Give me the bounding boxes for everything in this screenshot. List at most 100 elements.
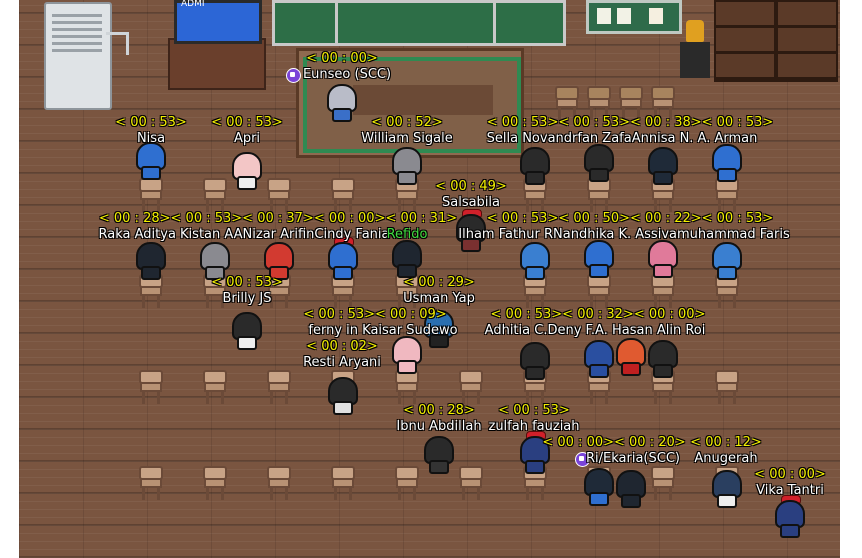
player-name[interactable]: Adhitia C.Deny F.A. Hasan Alin Roi	[485, 323, 706, 338]
timer: < 00 : 00>< 00 : 20>	[542, 435, 686, 450]
avatar[interactable]	[232, 312, 262, 350]
avatar[interactable]	[328, 377, 358, 415]
timer: < 00 : 00>	[306, 51, 378, 66]
trophy-pedestal	[680, 42, 710, 78]
avatar[interactable]	[584, 340, 614, 378]
chair[interactable]	[459, 370, 483, 404]
avatar[interactable]	[424, 436, 454, 474]
trophy-icon	[686, 20, 704, 42]
player-name[interactable]: Ilham Fathur RNandhika K. Assivamuhammad…	[458, 227, 789, 242]
scc-badge-icon	[286, 68, 301, 83]
timer: < 00 : 53>< 00 : 53>< 00 : 38>< 00 : 53>	[486, 115, 774, 130]
game-viewport[interactable]: ADMI < 00 : 00> < 00 : 53> < 00 : 53> < …	[0, 0, 862, 558]
player-name[interactable]: Salsabila	[442, 195, 500, 210]
chair[interactable]	[203, 370, 227, 404]
avatar[interactable]	[520, 147, 550, 185]
player-name[interactable]: Brilly JS	[222, 291, 271, 306]
avatar[interactable]	[392, 240, 422, 278]
chair[interactable]	[651, 466, 675, 500]
left-margin	[0, 0, 19, 558]
chair[interactable]	[267, 178, 291, 212]
avatar[interactable]	[712, 470, 742, 508]
timer: < 00 : 53>	[211, 275, 283, 290]
timer: < 00 : 53>< 00 : 09>	[303, 307, 447, 322]
player-name[interactable]: Raka Aditya Kistan AANizar ArifinCindy F…	[99, 227, 390, 242]
chalkboard[interactable]	[272, 0, 566, 46]
avatar[interactable]	[584, 240, 614, 278]
avatar[interactable]	[616, 338, 646, 376]
timer: < 00 : 53>< 00 : 50>< 00 : 22>< 00 : 53>	[486, 211, 774, 226]
chair[interactable]	[587, 274, 611, 308]
chair[interactable]	[587, 178, 611, 212]
right-margin	[840, 0, 862, 558]
avatar[interactable]	[200, 242, 230, 280]
chair[interactable]	[715, 370, 739, 404]
tv-icon[interactable]: ADMI	[174, 0, 262, 44]
chair[interactable]	[203, 178, 227, 212]
chair[interactable]	[267, 466, 291, 500]
notice-board[interactable]	[586, 0, 682, 34]
avatar[interactable]	[520, 242, 550, 280]
chair[interactable]	[139, 370, 163, 404]
timer: < 00 : 12>	[690, 435, 762, 450]
tv-table	[168, 38, 266, 90]
avatar[interactable]	[712, 242, 742, 280]
player-name[interactable]: Anugerah	[694, 451, 757, 466]
avatar[interactable]	[136, 142, 166, 180]
avatar[interactable]	[648, 240, 678, 278]
timer: < 00 : 28>	[403, 403, 475, 418]
timer: < 00 : 02>	[306, 339, 378, 354]
avatar[interactable]	[712, 144, 742, 182]
player-name[interactable]: Vika Tantri	[756, 483, 824, 498]
player-name[interactable]: Ibnu Abdillah	[396, 419, 481, 434]
avatar[interactable]	[264, 242, 294, 280]
avatar[interactable]	[136, 242, 166, 280]
player-name[interactable]: Apri	[234, 131, 260, 146]
player-name[interactable]: Ri/Ekaria(SCC)	[586, 451, 680, 466]
chair[interactable]	[395, 466, 419, 500]
player-name[interactable]: Resti Aryani	[303, 355, 381, 370]
timer: < 00 : 53>	[115, 115, 187, 130]
player-name[interactable]: Nisa	[137, 131, 165, 146]
bookshelf-left	[714, 0, 776, 82]
avatar[interactable]	[328, 237, 358, 280]
chair[interactable]	[331, 178, 355, 212]
avatar[interactable]	[232, 152, 262, 190]
avatar[interactable]	[775, 495, 805, 538]
chair[interactable]	[395, 370, 419, 404]
ac-unit-icon	[44, 2, 112, 110]
chair[interactable]	[651, 274, 675, 308]
avatar[interactable]	[584, 468, 614, 506]
player-name[interactable]: William Sigale	[361, 131, 452, 146]
timer: < 00 : 28>< 00 : 53>< 00 : 37>< 00 : 00>…	[98, 211, 458, 226]
avatar[interactable]	[392, 336, 422, 374]
avatar[interactable]	[327, 84, 357, 122]
avatar[interactable]	[648, 340, 678, 378]
chair[interactable]	[331, 466, 355, 500]
timer: < 00 : 29>	[403, 275, 475, 290]
player-name[interactable]: Sella Novandrfan ZafaAnnisa N. A. Arman	[487, 131, 758, 146]
timer: < 00 : 53>< 00 : 32>< 00 : 00>	[490, 307, 706, 322]
chair[interactable]	[715, 178, 739, 212]
timer: < 00 : 53>	[498, 403, 570, 418]
bookshelf-right	[776, 0, 838, 82]
avatar[interactable]	[648, 147, 678, 185]
chair[interactable]	[203, 466, 227, 500]
player-name[interactable]: ferny in Kaisar Sudewo	[308, 323, 457, 338]
avatar[interactable]	[392, 147, 422, 185]
tv-label: ADMI	[181, 0, 205, 9]
chair[interactable]	[459, 466, 483, 500]
player-name[interactable]: Eunseo (SCC)	[303, 67, 391, 82]
avatar[interactable]	[520, 342, 550, 380]
pipe-icon	[106, 32, 129, 55]
timer: < 00 : 00>	[754, 467, 826, 482]
player-name[interactable]: Usman Yap	[403, 291, 475, 306]
avatar[interactable]	[616, 470, 646, 508]
chair[interactable]	[139, 466, 163, 500]
avatar[interactable]	[584, 144, 614, 182]
chair[interactable]	[139, 178, 163, 212]
player-name-highlighted[interactable]: Refido	[387, 227, 428, 242]
timer: < 00 : 53>	[211, 115, 283, 130]
chair[interactable]	[267, 370, 291, 404]
player-name[interactable]: zulfah fauziah	[488, 419, 579, 434]
